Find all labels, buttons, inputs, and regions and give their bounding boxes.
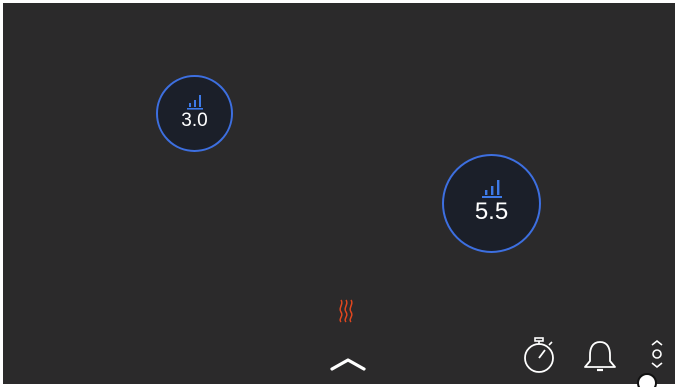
cooktop-screen: 3.0 5.5 [3, 3, 675, 384]
up-down-icon[interactable] [649, 339, 665, 369]
power-level-icon [481, 179, 502, 198]
cooking-zone-2[interactable]: 5.5 [442, 154, 541, 253]
cooking-zone-1[interactable]: 3.0 [156, 75, 233, 152]
scroll-handle[interactable] [637, 373, 657, 387]
bell-icon[interactable] [581, 339, 619, 375]
timer-icon[interactable] [521, 337, 557, 375]
chevron-up-icon[interactable] [329, 356, 367, 372]
power-level-icon [186, 95, 203, 110]
residual-heat-icon [339, 299, 353, 323]
zone-power-value: 3.0 [181, 110, 208, 131]
zone-power-value: 5.5 [474, 197, 509, 225]
